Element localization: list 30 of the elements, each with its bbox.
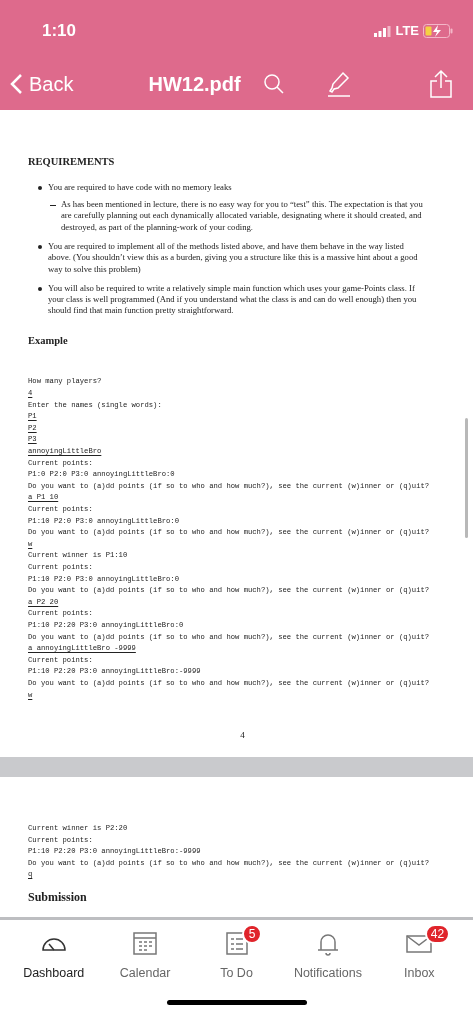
signal-icon xyxy=(374,25,392,37)
bullet-text: You will also be required to write a relatively simple main function which uses your game-Points class. If your class is well programmed (And if you understand what the class is and can do well enough) then you should find that main function pretty straightforward. xyxy=(48,282,418,317)
highlighter-icon xyxy=(326,71,351,97)
page-heading: REQUIREMENTS xyxy=(28,155,116,169)
section-heading: Submission xyxy=(28,890,88,904)
back-button[interactable]: Back xyxy=(10,69,74,99)
bullet-icon xyxy=(38,244,42,249)
share-button[interactable] xyxy=(429,69,453,99)
tab-bar-item[interactable]: Dashboard xyxy=(8,928,100,998)
bullet-text: As has been mentioned in lecture, there is no easy way for you to “test” this. The expectation is that you are carefully planning out each dynamically allocated variable, designating where it should created, and destroyed, as part of the planning-work of your coding. xyxy=(61,199,423,233)
tab-bar-item[interactable]: Calendar xyxy=(99,928,191,998)
battery-charging-icon xyxy=(423,24,453,38)
section-heading: Example xyxy=(28,333,69,348)
count-badge: 5 xyxy=(242,924,262,944)
tab-bar-item[interactable]: Notifications xyxy=(282,928,374,998)
document-title: HW12.pdf xyxy=(148,72,241,97)
count-badge: 42 xyxy=(424,924,451,944)
status-time: 1:10 xyxy=(42,20,77,43)
bullet-icon xyxy=(38,286,42,291)
page-number: 4 xyxy=(239,729,246,743)
bullet-icon xyxy=(38,185,42,190)
bullet-text: You are required to implement all of the methods listed above, and have them behave in the way listed above. (You shouldn’t view this as a burden, giving you a structure like this is a massive hint about a good way to solve this problem) xyxy=(48,240,419,275)
share-icon xyxy=(429,69,453,99)
network-label: LTE xyxy=(395,22,419,41)
search-button[interactable] xyxy=(262,73,285,95)
bullet-text: You are required to have code with no memory leaks xyxy=(48,181,232,194)
scrollbar[interactable] xyxy=(465,418,468,538)
annotate-button[interactable] xyxy=(326,71,351,97)
search-icon xyxy=(262,73,285,95)
chevron-left-icon xyxy=(10,73,23,95)
